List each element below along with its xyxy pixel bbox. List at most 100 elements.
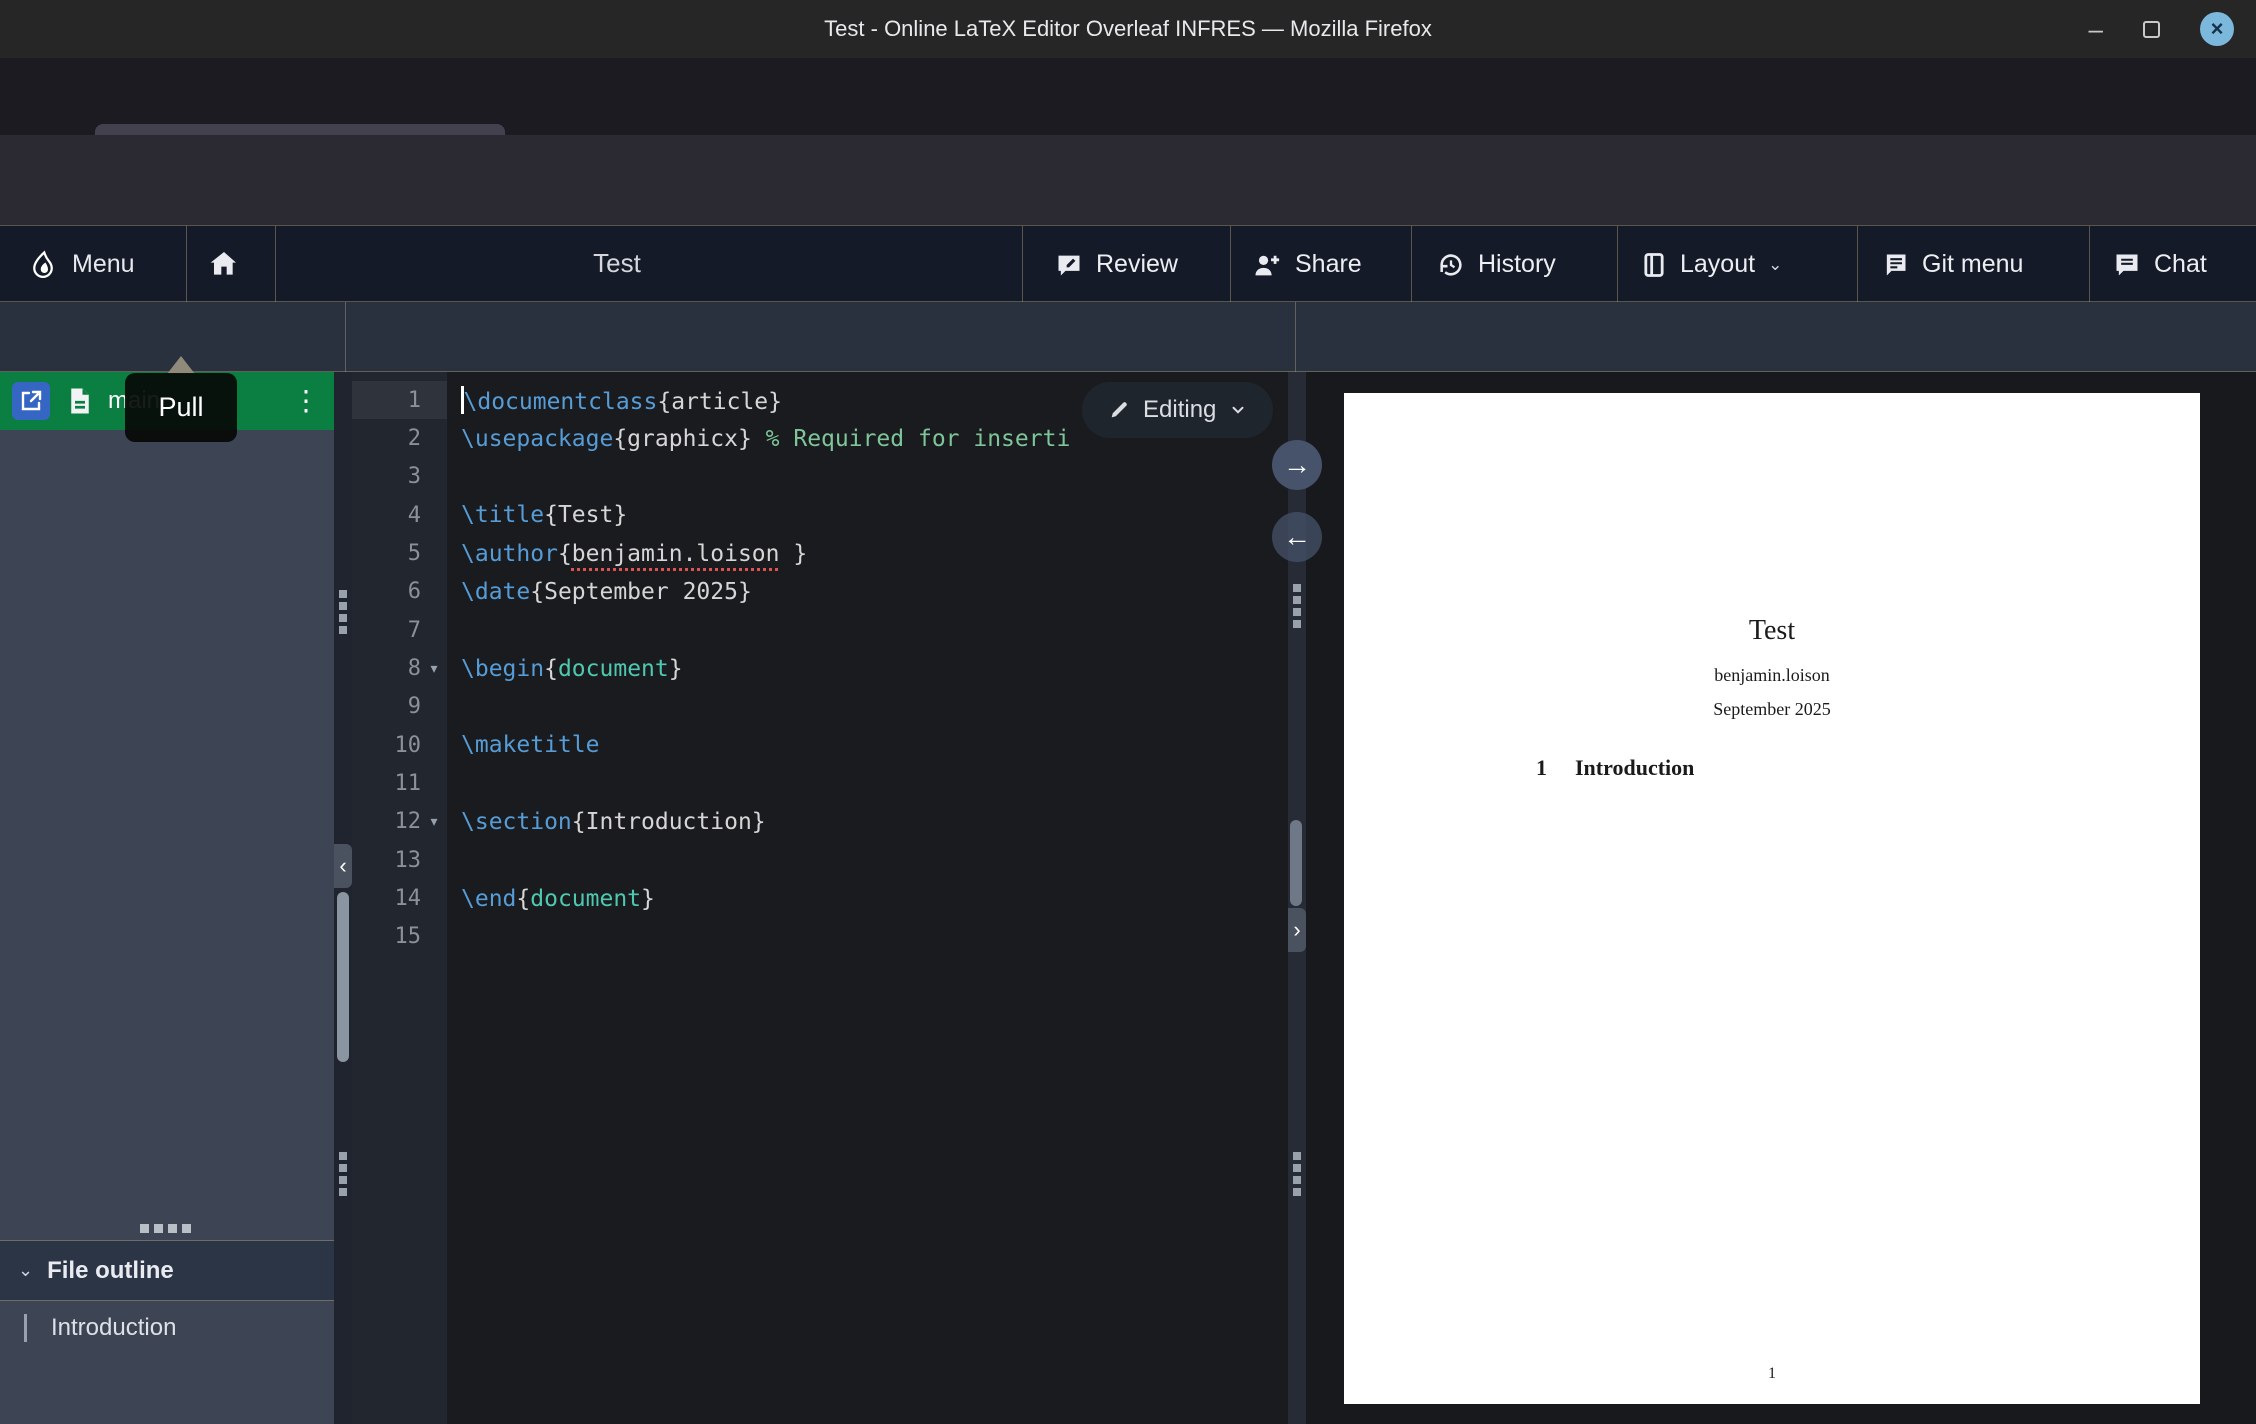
- line-number: 12: [352, 809, 421, 834]
- editor-scrollbar[interactable]: [1290, 820, 1302, 906]
- home-icon[interactable]: [208, 248, 240, 280]
- code-text[interactable]: \section{Introduction}: [447, 809, 766, 835]
- editing-pencil-icon: [1108, 399, 1130, 421]
- file-tree-panel: main ⋮ ⌄ File outline Introduction: [0, 372, 334, 1424]
- line-number: 1: [352, 388, 421, 413]
- code-text[interactable]: \maketitle: [447, 732, 599, 758]
- file-icon: [66, 386, 94, 416]
- pdf-date: September 2025: [1344, 699, 2200, 720]
- editing-caret-icon: [1229, 401, 1247, 419]
- open-in-new-window-icon[interactable]: [12, 382, 50, 420]
- line-number: 4: [352, 503, 421, 528]
- history-icon: [1437, 251, 1465, 279]
- chat-button[interactable]: Chat: [2113, 226, 2207, 303]
- divider-drag-dots[interactable]: [339, 590, 347, 634]
- line-number: 2: [352, 426, 421, 451]
- code-text[interactable]: \title{Test}: [447, 502, 627, 528]
- line-number: 5: [352, 541, 421, 566]
- share-button[interactable]: Share: [1252, 226, 1362, 303]
- overleaf-logo-icon: [28, 250, 58, 280]
- window-title: Test - Online LaTeX Editor Overleaf INFR…: [824, 16, 1432, 42]
- share-icon: [1252, 251, 1282, 279]
- code-line[interactable]: 4 \title{Test}: [352, 496, 1288, 534]
- pdf-preview-pane[interactable]: Test benjamin.loison September 2025 1 In…: [1306, 372, 2256, 1424]
- code-line[interactable]: 6 \date{September 2025}: [352, 573, 1288, 611]
- line-number: 6: [352, 579, 421, 604]
- window-restore-button[interactable]: [2143, 21, 2160, 38]
- menu-label: Menu: [72, 250, 135, 279]
- browser-navbar: ⌄ https://overleaf.enst.fr/project/XXXXX…: [0, 135, 2256, 225]
- file-tree-scrollbar[interactable]: [337, 892, 349, 1062]
- review-mode-label: Editing: [1143, 396, 1216, 424]
- code-line[interactable]: 11: [352, 764, 1288, 802]
- outline-item-label: Introduction: [51, 1314, 176, 1342]
- divider-drag-dots[interactable]: [339, 1152, 347, 1196]
- menu-button[interactable]: Menu: [28, 226, 135, 303]
- browser-tab-bar: Test - Online LaTeX Editor Ov × + ⌄: [0, 58, 2256, 135]
- line-number: 10: [352, 733, 421, 758]
- collapse-editor-icon[interactable]: ›: [1288, 908, 1306, 952]
- outline-list: Introduction: [0, 1301, 334, 1424]
- code-text[interactable]: \date{September 2025}: [447, 579, 752, 605]
- pdf-author: benjamin.loison: [1344, 665, 2200, 686]
- file-outline-header[interactable]: ⌄ File outline: [0, 1241, 334, 1300]
- code-line[interactable]: 10 \maketitle: [352, 726, 1288, 764]
- outline-item-bar-icon: [24, 1314, 27, 1342]
- code-line[interactable]: 9: [352, 688, 1288, 726]
- pdf-document-title: Test: [1344, 615, 2200, 647]
- line-number: 14: [352, 886, 421, 911]
- git-menu-button[interactable]: Git menu: [1881, 226, 2023, 303]
- code-line[interactable]: 15: [352, 918, 1288, 956]
- pdf-page-number: 1: [1344, 1365, 2200, 1383]
- review-icon: [1055, 251, 1083, 279]
- code-line[interactable]: 5 \author{benjamin.loison }: [352, 534, 1288, 572]
- window-close-button[interactable]: ×: [2200, 12, 2234, 46]
- pdf-page: Test benjamin.loison September 2025 1 In…: [1344, 393, 2200, 1404]
- tooltip-caret: [167, 356, 195, 374]
- fold-caret-icon[interactable]: ▾: [421, 813, 447, 830]
- code-line[interactable]: 3: [352, 458, 1288, 496]
- line-number: 13: [352, 848, 421, 873]
- chat-icon: [2113, 251, 2141, 279]
- outline-collapse-caret-icon: ⌄: [18, 1260, 33, 1281]
- layout-button[interactable]: Layout ⌄: [1641, 226, 1782, 303]
- pull-tooltip: Pull: [125, 373, 237, 442]
- divider-drag-dots[interactable]: [1293, 1152, 1301, 1196]
- collapse-file-tree-icon[interactable]: ‹: [334, 844, 352, 888]
- code-text[interactable]: \end{document}: [447, 886, 655, 912]
- screen: Test - Online LaTeX Editor Overleaf INFR…: [0, 0, 2256, 1424]
- editor-toolbar: Code Editor Visual Editor B I ••• Recomp…: [0, 302, 2256, 372]
- code-text[interactable]: \documentclass{article}: [447, 386, 782, 415]
- window-titlebar: Test - Online LaTeX Editor Overleaf INFR…: [0, 0, 2256, 58]
- code-line[interactable]: 7: [352, 611, 1288, 649]
- line-number: 3: [352, 464, 421, 489]
- code-line[interactable]: 14 \end{document}: [352, 879, 1288, 917]
- pdf-section-heading: 1 Introduction: [1536, 755, 1694, 781]
- pane-switch-right-icon[interactable]: →: [1272, 440, 1322, 490]
- line-number: 11: [352, 771, 421, 796]
- line-number: 15: [352, 924, 421, 949]
- file-menu-kebab-icon[interactable]: ⋮: [292, 391, 320, 411]
- history-button[interactable]: History: [1437, 226, 1556, 303]
- code-line[interactable]: 12▾\section{Introduction}: [352, 803, 1288, 841]
- divider-drag-dots[interactable]: [1293, 584, 1301, 628]
- review-button[interactable]: Review: [1055, 226, 1178, 303]
- layout-icon: [1641, 251, 1667, 279]
- code-line[interactable]: 8▾\begin{document}: [352, 649, 1288, 687]
- file-outline-title: File outline: [47, 1257, 174, 1285]
- panel-resize-handle[interactable]: [140, 1224, 191, 1233]
- window-minimize-button[interactable]: –: [2089, 24, 2103, 34]
- fold-caret-icon[interactable]: ▾: [421, 660, 447, 677]
- git-menu-icon: [1881, 251, 1909, 279]
- code-lines: 1 \documentclass{article} 2 \usepackage{gra…: [352, 381, 1288, 956]
- pane-switch-left-icon[interactable]: ←: [1272, 512, 1322, 562]
- code-text[interactable]: \usepackage{graphicx} % Required for ins…: [447, 426, 1070, 452]
- code-line[interactable]: 13: [352, 841, 1288, 879]
- code-text[interactable]: \author{benjamin.loison }: [447, 541, 807, 567]
- line-number: 8: [352, 656, 421, 681]
- outline-item[interactable]: Introduction: [0, 1301, 334, 1355]
- code-text[interactable]: \begin{document}: [447, 656, 683, 682]
- overleaf-header: Menu Test Review Share History Layout ⌄: [0, 225, 2256, 302]
- project-title[interactable]: Test: [467, 248, 767, 279]
- review-mode-dropdown[interactable]: Editing: [1082, 382, 1273, 438]
